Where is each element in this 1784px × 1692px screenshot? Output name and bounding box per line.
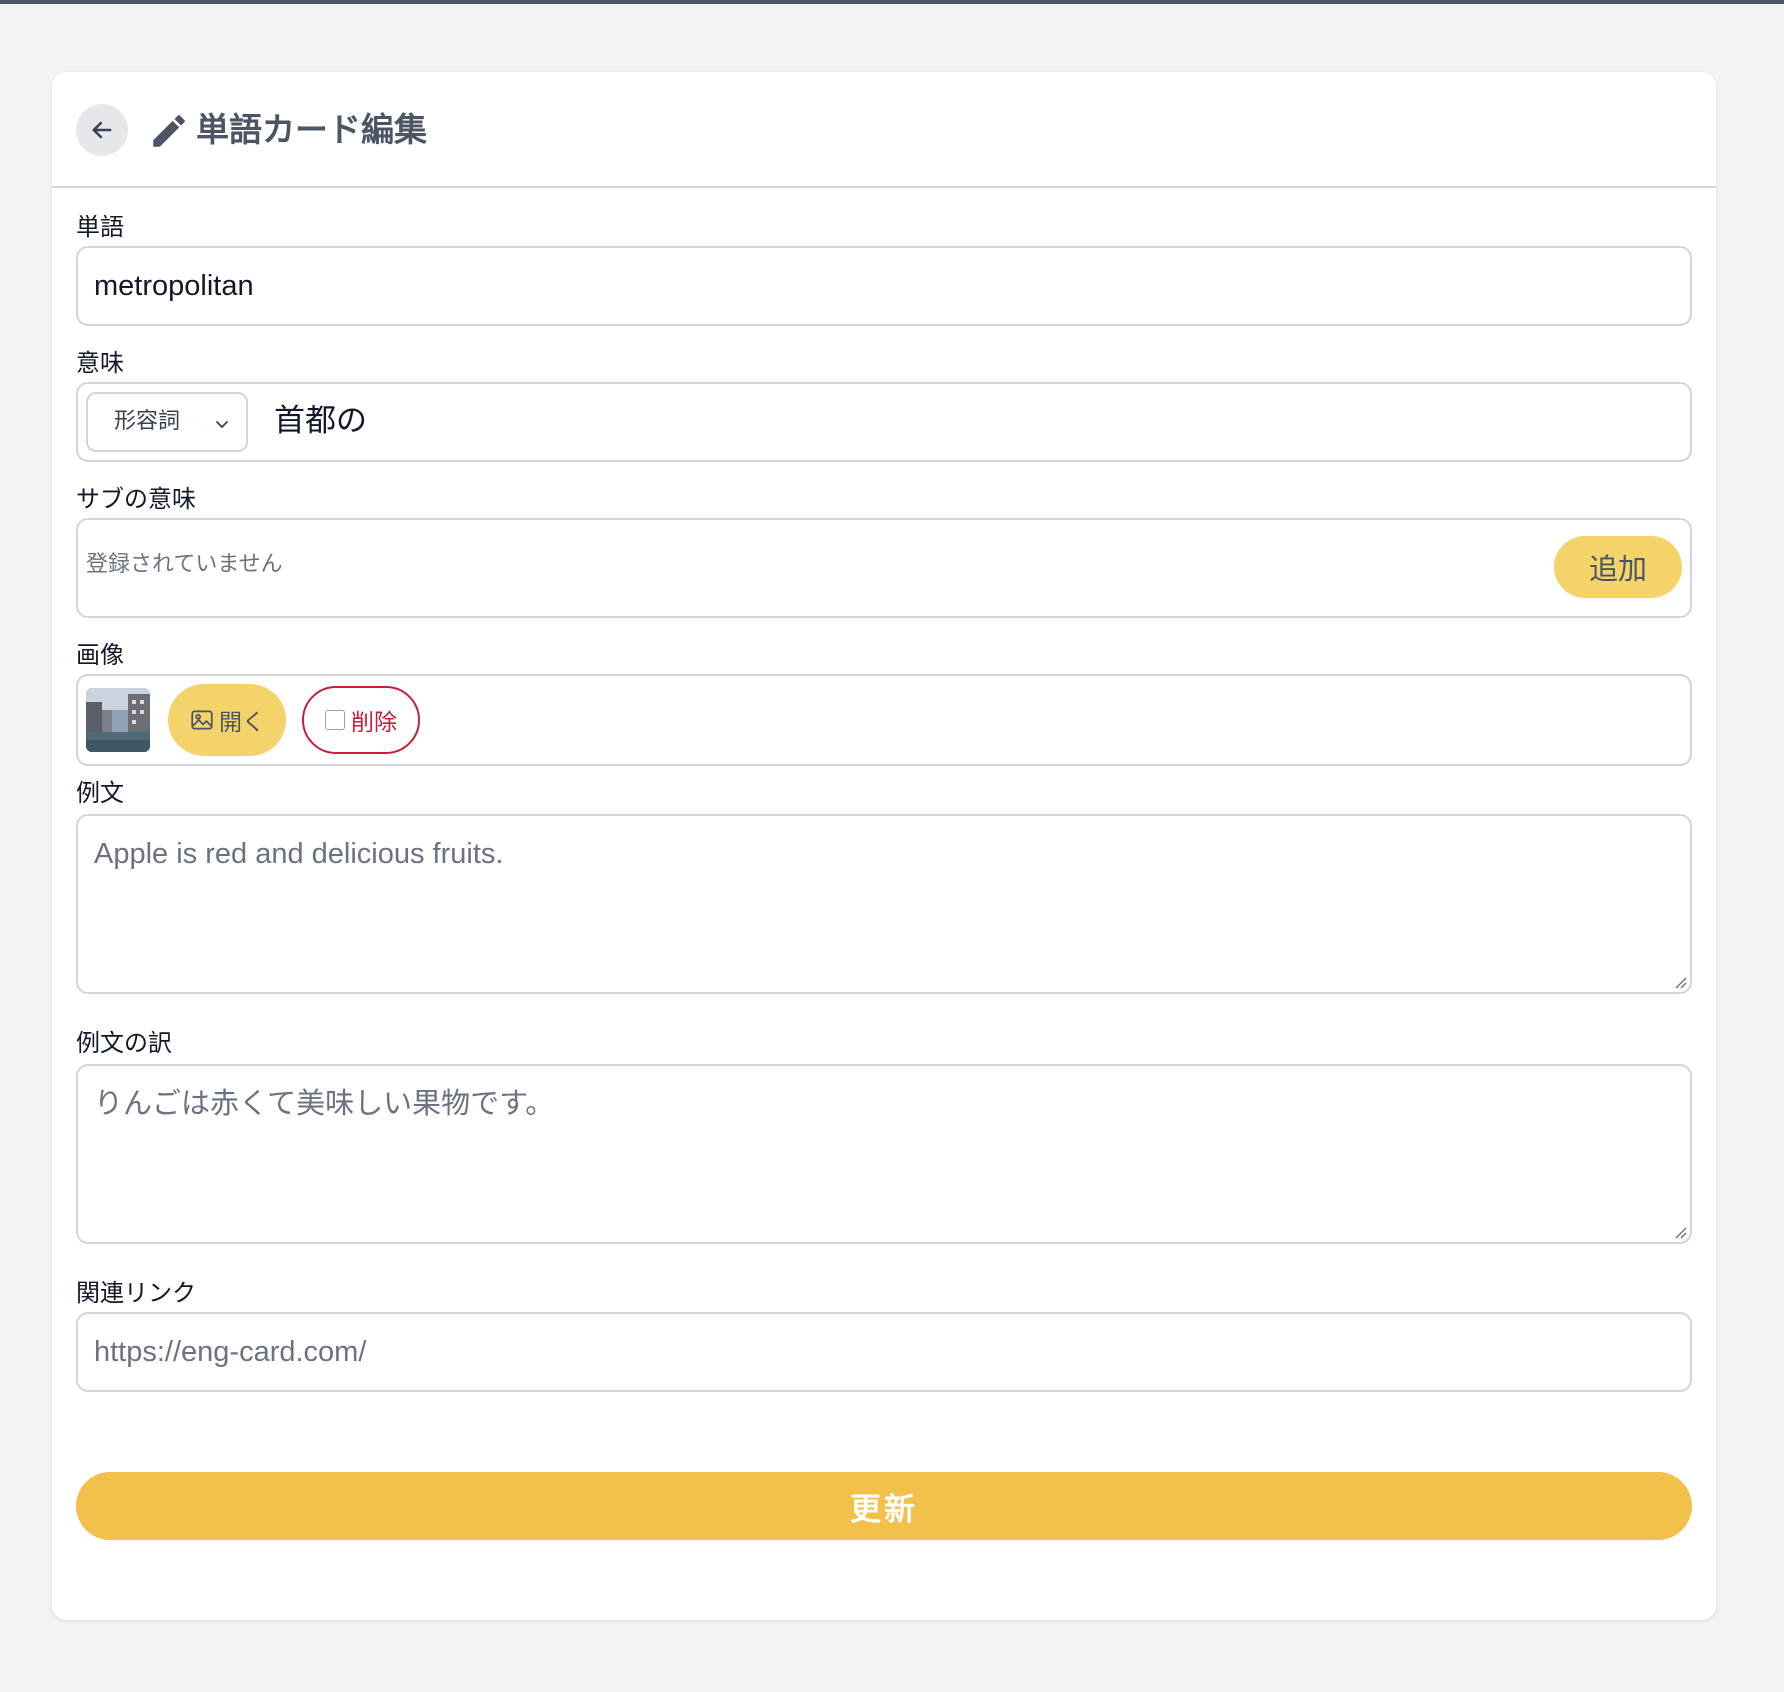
related-link-input[interactable]: https://eng-card.com/ [76, 1312, 1692, 1392]
meaning-field: 形容詞 首都の [76, 382, 1692, 462]
example-label: 例文 [76, 779, 124, 807]
card-header: 単語カード編集 [52, 72, 1716, 188]
word-value: metropolitan [94, 270, 254, 302]
delete-checkbox[interactable] [325, 710, 345, 730]
top-border [0, 0, 1784, 4]
meaning-label: 意味 [76, 349, 124, 377]
delete-image-label: 削除 [351, 710, 397, 736]
sub-meaning-box: 登録されていません 追加 [76, 518, 1692, 618]
edit-card: 単語カード編集 単語 metropolitan 意味 形容詞 首都の サブの意味… [52, 72, 1716, 1620]
related-link-placeholder: https://eng-card.com/ [94, 1336, 367, 1368]
example-translation-label: 例文の訳 [76, 1029, 172, 1057]
page-title: 単語カード編集 [196, 110, 427, 149]
pencil-icon [153, 115, 185, 147]
back-button[interactable] [76, 104, 128, 156]
image-label: 画像 [76, 641, 124, 669]
resize-handle-icon[interactable] [1672, 1224, 1688, 1240]
example-textarea[interactable]: Apple is red and delicious fruits. [76, 814, 1692, 994]
arrow-left-icon [92, 121, 112, 139]
example-placeholder: Apple is red and delicious fruits. [94, 838, 504, 870]
update-button[interactable]: 更新 [76, 1472, 1692, 1540]
word-field[interactable]: metropolitan [76, 246, 1692, 326]
part-of-speech-select[interactable]: 形容詞 [86, 392, 248, 452]
image-thumbnail [86, 688, 150, 752]
image-box: 開く 削除 [76, 674, 1692, 766]
delete-image-toggle[interactable]: 削除 [302, 686, 420, 754]
example-translation-placeholder: りんごは赤くて美味しい果物です。 [94, 1088, 555, 1120]
example-translation-textarea[interactable]: りんごは赤くて美味しい果物です。 [76, 1064, 1692, 1244]
word-label: 単語 [76, 213, 124, 241]
meaning-input[interactable]: 首都の [274, 401, 367, 441]
image-icon [191, 710, 213, 730]
part-of-speech-value: 形容詞 [114, 409, 181, 434]
related-link-label: 関連リンク [76, 1279, 196, 1307]
sub-meaning-label: サブの意味 [76, 485, 196, 513]
open-image-button[interactable]: 開く [168, 684, 286, 756]
resize-handle-icon[interactable] [1672, 974, 1688, 990]
open-image-label: 開く [219, 710, 265, 736]
add-sub-meaning-button[interactable]: 追加 [1554, 536, 1682, 598]
sub-meaning-empty-text: 登録されていません [86, 552, 283, 577]
chevron-down-icon [216, 421, 228, 428]
